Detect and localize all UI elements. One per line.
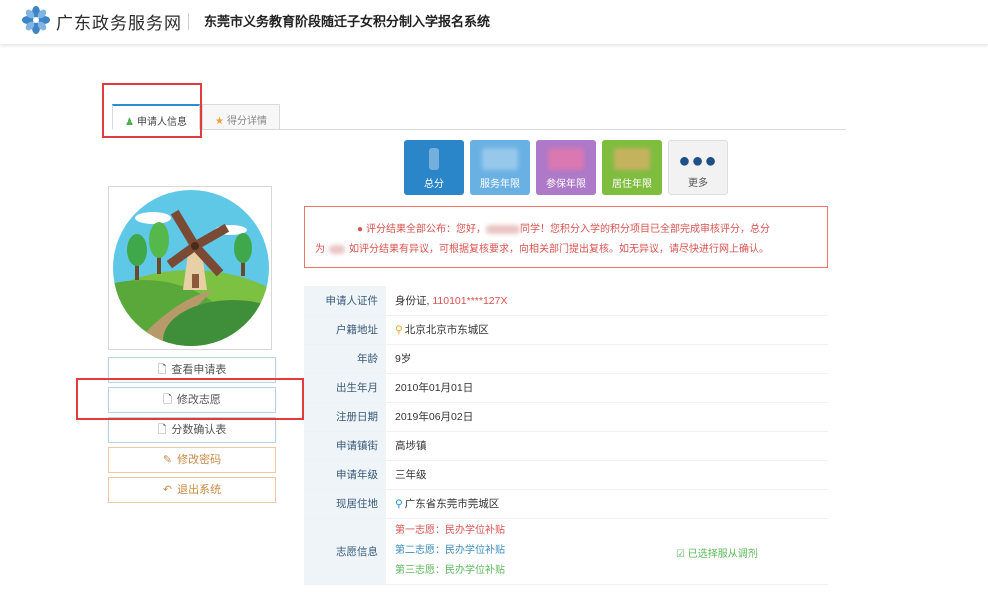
notice-line-1: ● 评分结果全部公布：您好， 同学！您积分入学的积分项目已全部完成审核评分，总分 bbox=[357, 220, 770, 235]
speech-bubble-icon: ● bbox=[357, 224, 364, 235]
notice-text-2: 同学！您积分入学的积分项目已全部完成审核评分，总分 bbox=[520, 224, 771, 235]
score-confirm-label: 分数确认表 bbox=[171, 424, 227, 436]
notice-text-1: 评分结果全部公布：您好， bbox=[366, 224, 487, 235]
tile-insurance-years[interactable]: 参保年限 bbox=[536, 140, 596, 195]
town-label: 申请镇街 bbox=[304, 431, 386, 461]
tab-score-label: 得分详情 bbox=[226, 116, 267, 127]
table-row: 申请人证件 身份证, 110101****127X bbox=[304, 286, 828, 316]
birth-label: 出生年月 bbox=[304, 373, 386, 403]
tile-more-label: 更多 bbox=[688, 178, 708, 189]
reg-value: 2019年06月02日 bbox=[386, 402, 828, 432]
check-square-icon: ☑ bbox=[676, 548, 685, 560]
grade-value: 三年级 bbox=[386, 460, 828, 490]
table-row: 志愿信息 第一志愿：民办学位补贴 第二志愿：民办学位补贴 第三志愿：民办学位补贴… bbox=[304, 518, 828, 585]
accept-transfer-label: 已选择服从调剂 bbox=[687, 548, 758, 560]
residence-label: 现居住地 bbox=[304, 489, 386, 519]
header-divider bbox=[188, 13, 189, 30]
edit-icon: ✎ bbox=[162, 454, 173, 466]
more-dots-icon: ●●● bbox=[678, 150, 718, 172]
student-name-redacted bbox=[486, 224, 521, 234]
wish-cell: 第一志愿：民办学位补贴 第二志愿：民办学位补贴 第三志愿：民办学位补贴 ☑ 已选… bbox=[386, 518, 828, 585]
change-password-label: 修改密码 bbox=[177, 454, 222, 466]
id-number: 110101****127X bbox=[432, 294, 508, 307]
top-header: 广东政务服务网 东莞市义务教育阶段随迁子女积分制入学报名系统 bbox=[0, 0, 988, 44]
tile-service-label: 服务年限 bbox=[480, 179, 520, 190]
table-row: 申请年级 三年级 bbox=[304, 460, 828, 490]
age-label: 年龄 bbox=[304, 344, 386, 374]
highlight-box-modify bbox=[76, 378, 304, 420]
tile-service-value-redacted bbox=[482, 148, 518, 170]
star-icon: ★ bbox=[215, 116, 224, 127]
view-application-label: 查看申请表 bbox=[171, 364, 227, 376]
tile-insurance-value-redacted bbox=[548, 148, 584, 170]
hukou-cell: ⚲ 北京北京市东城区 bbox=[386, 315, 828, 345]
notice-line-2: 为 如评分结果有异议，可根据复核要求，向相关部门提出复核。如无异议，请尽快进行网上… bbox=[315, 240, 769, 255]
document-icon: 🗋 bbox=[157, 424, 167, 436]
wish-label: 志愿信息 bbox=[304, 518, 386, 585]
tile-residence-value-redacted bbox=[614, 148, 650, 170]
document-icon: 🗋 bbox=[157, 364, 167, 376]
reply-icon: ↶ bbox=[162, 484, 173, 496]
age-value: 9岁 bbox=[386, 344, 828, 374]
hukou-label: 户籍地址 bbox=[304, 315, 386, 345]
tile-total-score[interactable]: 总分 bbox=[404, 140, 464, 195]
table-row: 户籍地址 ⚲ 北京北京市东城区 bbox=[304, 315, 828, 345]
flower-logo-icon[interactable] bbox=[22, 6, 50, 34]
avatar bbox=[108, 186, 272, 350]
notice-text-3: 为 bbox=[315, 244, 325, 255]
residence-cell: ⚲ 广东省东莞市莞城区 bbox=[386, 489, 828, 519]
site-name[interactable]: 广东政务服务网 bbox=[56, 9, 182, 34]
id-value: 身份证, 110101****127X bbox=[386, 286, 828, 316]
notice-text-4: 如评分结果有异议，可根据复核要求，向相关部门提出复核。如无异议，请尽快进行网上确… bbox=[349, 244, 769, 255]
tile-more[interactable]: ●●● 更多 bbox=[668, 140, 728, 195]
residence-value: 广东省东莞市莞城区 bbox=[404, 498, 500, 510]
accept-transfer-status: ☑ 已选择服从调剂 bbox=[676, 545, 758, 560]
grade-label: 申请年级 bbox=[304, 460, 386, 490]
table-row: 注册日期 2019年06月02日 bbox=[304, 402, 828, 432]
birth-value: 2010年01月01日 bbox=[386, 373, 828, 403]
tile-total-value-redacted bbox=[429, 148, 439, 170]
id-label: 申请人证件 bbox=[304, 286, 386, 316]
wish-list: 第一志愿：民办学位补贴 第二志愿：民办学位补贴 第三志愿：民办学位补贴 bbox=[395, 521, 828, 581]
score-notice: ● 评分结果全部公布：您好， 同学！您积分入学的积分项目已全部完成审核评分，总分 为… bbox=[304, 206, 828, 268]
map-pin-icon: ⚲ bbox=[395, 324, 403, 336]
windmill-avatar-icon bbox=[113, 190, 269, 346]
logout-button[interactable]: ↶ 退出系统 bbox=[108, 477, 276, 503]
table-row: 出生年月 2010年01月01日 bbox=[304, 373, 828, 403]
applicant-info-table: 申请人证件 身份证, 110101****127X 户籍地址 ⚲ 北京北京市东城区… bbox=[304, 286, 828, 585]
tile-insurance-label: 参保年限 bbox=[546, 179, 586, 190]
table-row: 现居住地 ⚲ 广东省东莞市莞城区 bbox=[304, 489, 828, 519]
tile-residence-label: 居住年限 bbox=[612, 179, 652, 190]
total-score-redacted bbox=[329, 244, 345, 254]
map-pin-icon: ⚲ bbox=[395, 498, 403, 510]
highlight-box-tab bbox=[102, 83, 202, 138]
table-row: 申请镇街 高埗镇 bbox=[304, 431, 828, 461]
change-password-button[interactable]: ✎ 修改密码 bbox=[108, 447, 276, 473]
hukou-value: 北京北京市东城区 bbox=[404, 324, 489, 336]
logout-label: 退出系统 bbox=[177, 484, 222, 496]
tile-residence-years[interactable]: 居住年限 bbox=[602, 140, 662, 195]
tile-service-years[interactable]: 服务年限 bbox=[470, 140, 530, 195]
wish-second: 第二志愿：民办学位补贴 bbox=[395, 545, 505, 556]
score-confirm-button[interactable]: 🗋 分数确认表 bbox=[108, 417, 276, 443]
wish-first: 第一志愿：民办学位补贴 bbox=[395, 525, 505, 536]
tab-score-details[interactable]: ★ 得分详情 bbox=[202, 104, 280, 130]
table-row: 年龄 9岁 bbox=[304, 344, 828, 374]
system-title: 东莞市义务教育阶段随迁子女积分制入学报名系统 bbox=[204, 14, 491, 29]
reg-label: 注册日期 bbox=[304, 402, 386, 432]
wish-third: 第三志愿：民办学位补贴 bbox=[395, 565, 505, 576]
town-value: 高埗镇 bbox=[386, 431, 828, 461]
id-type: 身份证, bbox=[395, 294, 430, 307]
tile-total-label: 总分 bbox=[424, 179, 444, 190]
